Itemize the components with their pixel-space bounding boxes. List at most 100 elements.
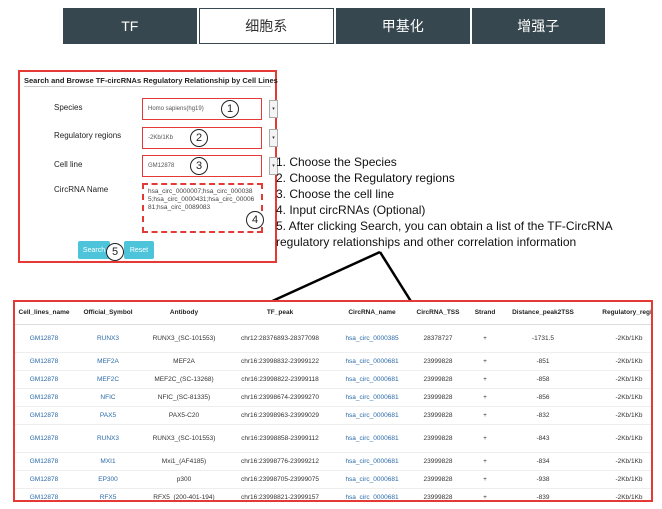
cell-line-link[interactable]: GM12878	[15, 424, 73, 453]
table-header-row: Cell_lines_name Official_Symbol Antibody…	[15, 302, 651, 325]
circrna-link[interactable]: hsa_circ_0000681	[335, 488, 409, 500]
distance-cell: -851	[503, 352, 583, 371]
tab-cell-line[interactable]: 细胞系	[198, 8, 334, 44]
cell-line-link[interactable]: GM12878	[15, 324, 73, 353]
distance-cell: -856	[503, 388, 583, 407]
instruction-step-4: 4. Input circRNAs (Optional)	[276, 203, 426, 217]
cell-line-link[interactable]: GM12878	[15, 452, 73, 471]
circrna-input[interactable]: hsa_circ_0000007;hsa_circ_0000385;hsa_ci…	[142, 183, 263, 233]
table-row: GM12878 RFX5 RFX5_(200-401-194) chr16:23…	[15, 488, 651, 500]
circrna-link[interactable]: hsa_circ_0000681	[335, 424, 409, 453]
tf-peak-cell: chr16:23998821-23999157	[225, 488, 335, 500]
circrna-link[interactable]: hsa_circ_0000385	[335, 324, 409, 353]
region-cell: -2Kb/1Kb	[583, 488, 651, 500]
circrna-link[interactable]: hsa_circ_0000681	[335, 352, 409, 371]
tab-tf[interactable]: TF	[63, 8, 197, 44]
distance-cell: -834	[503, 452, 583, 471]
column-header[interactable]: CircRNA_TSS	[409, 302, 467, 325]
species-dropdown-icon[interactable]: ▾	[269, 100, 278, 118]
cell-line-link[interactable]: GM12878	[15, 488, 73, 500]
instruction-step-5: 5. After clicking Search, you can obtain…	[276, 219, 613, 233]
tss-cell: 23999828	[409, 388, 467, 407]
cell-line-link[interactable]: GM12878	[15, 470, 73, 489]
region-cell: -2Kb/1Kb	[583, 324, 651, 353]
symbol-link[interactable]: RFX5	[73, 488, 143, 500]
cell-line-label: Cell line	[54, 160, 83, 169]
strand-cell: +	[467, 370, 503, 389]
antibody-cell: p300	[143, 470, 225, 489]
tf-peak-cell: chr16:23998822-23999118	[225, 370, 335, 389]
step-marker-3: 3	[190, 157, 208, 175]
step-marker-2: 2	[190, 129, 208, 147]
column-header[interactable]: Distance_peak2TSS	[503, 302, 583, 325]
symbol-link[interactable]: RUNX3	[73, 424, 143, 453]
tss-cell: 23999828	[409, 352, 467, 371]
table-row: GM12878 PAX5 PAX5-C20 chr16:23998963-239…	[15, 406, 651, 425]
symbol-link[interactable]: RUNX3	[73, 324, 143, 353]
strand-cell: +	[467, 470, 503, 489]
antibody-cell: MEF2C_(SC-13268)	[143, 370, 225, 389]
region-cell: -2Kb/1Kb	[583, 470, 651, 489]
connector-line-left	[267, 250, 381, 305]
table-row: GM12878 MXI1 Mxi1_(AF4185) chr16:2399877…	[15, 452, 651, 471]
column-header[interactable]: Strand	[467, 302, 503, 325]
distance-cell: -832	[503, 406, 583, 425]
tf-peak-cell: chr16:23998674-23999270	[225, 388, 335, 407]
column-header[interactable]: Cell_lines_name	[15, 302, 73, 325]
distance-cell: -1731.5	[503, 324, 583, 353]
strand-cell: +	[467, 324, 503, 353]
column-header[interactable]: Antibody	[143, 302, 225, 325]
symbol-link[interactable]: MXI1	[73, 452, 143, 471]
reset-button[interactable]: Reset	[124, 241, 154, 259]
panel-title: Search and Browse TF-circRNAs Regulatory…	[24, 76, 278, 85]
circrna-link[interactable]: hsa_circ_0000681	[335, 452, 409, 471]
results-table: Cell_lines_name Official_Symbol Antibody…	[15, 302, 651, 500]
symbol-link[interactable]: PAX5	[73, 406, 143, 425]
tss-cell: 23999828	[409, 370, 467, 389]
symbol-link[interactable]: MEF2A	[73, 352, 143, 371]
tf-peak-cell: chr16:23998705-23999075	[225, 470, 335, 489]
table-row: GM12878 NFIC NFIC_(SC-81335) chr16:23998…	[15, 388, 651, 407]
column-header[interactable]: Official_Symbol	[73, 302, 143, 325]
region-cell: -2Kb/1Kb	[583, 424, 651, 453]
species-label: Species	[54, 103, 83, 112]
table-row: GM12878 MEF2A MEF2A chr16:23998832-23999…	[15, 352, 651, 371]
circrna-link[interactable]: hsa_circ_0000681	[335, 470, 409, 489]
connector-line-right	[378, 251, 414, 304]
panel-divider	[24, 86, 271, 87]
tab-methylation[interactable]: 甲基化	[336, 8, 470, 44]
tf-peak-cell: chr12:28376893-28377098	[225, 324, 335, 353]
tab-enhancer[interactable]: 增强子	[471, 8, 605, 44]
column-header[interactable]: Regulatory_regio	[583, 302, 651, 325]
table-row: GM12878 EP300 p300 chr16:23998705-239990…	[15, 470, 651, 489]
species-select[interactable]: Homo sapiens(hg19)	[142, 98, 262, 120]
tss-cell: 23999828	[409, 488, 467, 500]
circrna-label: CircRNA Name	[54, 185, 109, 194]
strand-cell: +	[467, 424, 503, 453]
column-header[interactable]: TF_peak	[225, 302, 335, 325]
region-cell: -2Kb/1Kb	[583, 388, 651, 407]
circrna-link[interactable]: hsa_circ_0000681	[335, 406, 409, 425]
cell-line-link[interactable]: GM12878	[15, 406, 73, 425]
column-header[interactable]: CircRNA_name	[335, 302, 409, 325]
cell-line-link[interactable]: GM12878	[15, 370, 73, 389]
instructions-list: 1. Choose the Species 2. Choose the Regu…	[276, 154, 660, 250]
symbol-link[interactable]: MEF2C	[73, 370, 143, 389]
instruction-step-3: 3. Choose the cell line	[276, 187, 395, 201]
circrna-link[interactable]: hsa_circ_0000681	[335, 388, 409, 407]
tss-cell: 28378727	[409, 324, 467, 353]
symbol-link[interactable]: EP300	[73, 470, 143, 489]
top-tab-bar: TF 细胞系 甲基化 增强子	[63, 8, 605, 44]
region-cell: -2Kb/1Kb	[583, 370, 651, 389]
table-row: GM12878 RUNX3 RUNX3_(SC-101553) chr16:23…	[15, 424, 651, 453]
circrna-link[interactable]: hsa_circ_0000681	[335, 370, 409, 389]
region-cell: -2Kb/1Kb	[583, 452, 651, 471]
tf-peak-cell: chr16:23998858-23999112	[225, 424, 335, 453]
regions-dropdown-icon[interactable]: ▾	[269, 129, 278, 147]
cell-line-link[interactable]: GM12878	[15, 352, 73, 371]
symbol-link[interactable]: NFIC	[73, 388, 143, 407]
cell-line-link[interactable]: GM12878	[15, 388, 73, 407]
distance-cell: -843	[503, 424, 583, 453]
distance-cell: -938	[503, 470, 583, 489]
table-row: GM12878 RUNX3 RUNX3_(SC-101553) chr12:28…	[15, 324, 651, 353]
